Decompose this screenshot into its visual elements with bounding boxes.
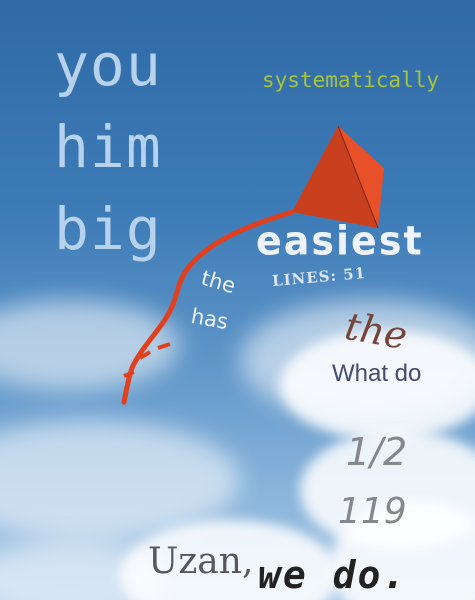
word-the-script: the	[341, 303, 411, 359]
kite-tail-knot	[123, 342, 171, 378]
word-big: big	[54, 195, 162, 263]
word-him: him	[54, 113, 162, 181]
word-uzan: Uzan,	[148, 541, 254, 582]
word-number: 119	[338, 491, 407, 532]
collage-canvas: you him big systematically easiest LINES…	[0, 0, 475, 600]
word-what-do: What do	[332, 360, 422, 387]
word-fraction: 1/2	[346, 430, 408, 474]
word-you: you	[54, 31, 162, 99]
word-we-do: we do.	[258, 553, 408, 597]
word-systematically: systematically	[262, 68, 440, 92]
word-easiest: easiest	[256, 217, 424, 265]
